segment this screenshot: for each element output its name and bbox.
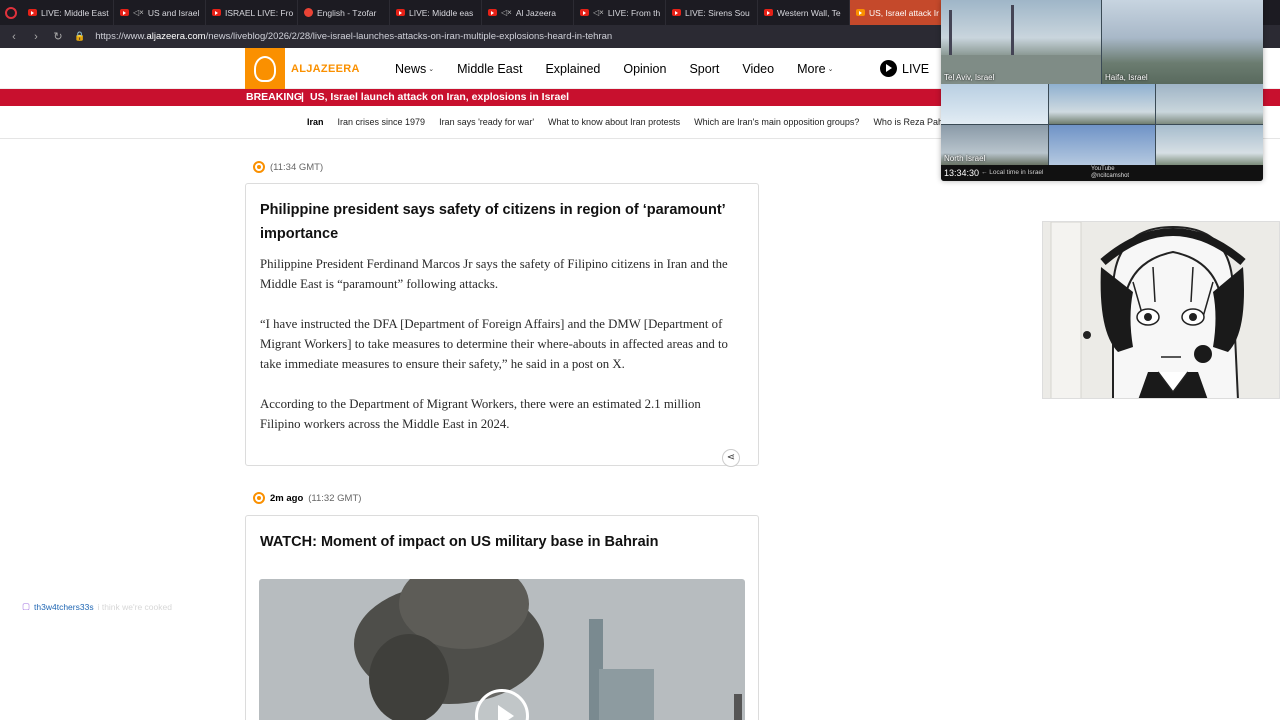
post-paragraph: “I have instructed the DFA [Department o… — [260, 317, 728, 371]
chat-text: i think we're cooked — [97, 601, 172, 612]
nav-middle-east[interactable]: Middle East — [457, 62, 522, 76]
browser-tab-active[interactable]: US, Israel attack Ir — [850, 0, 942, 25]
browser-tab[interactable]: LIVE: Middle eas — [390, 0, 482, 25]
lock-icon: 🔒 — [74, 31, 86, 41]
footer-handle: @ncitcamshot — [1091, 173, 1130, 179]
live-button[interactable]: LIVE — [880, 60, 929, 77]
browser-tab[interactable]: ◁× LIVE: From th — [574, 0, 666, 25]
nav-opinion[interactable]: Opinion — [623, 62, 666, 76]
back-icon[interactable]: ‹ — [8, 31, 20, 43]
mute-icon[interactable]: ◁× — [501, 8, 512, 17]
pole — [734, 694, 742, 720]
post-paragraph: According to the Department of Migrant W… — [260, 397, 701, 431]
browser-tab[interactable]: ◁× Al Jazeera — [482, 0, 574, 25]
reload-icon[interactable]: ↻ — [52, 30, 64, 43]
main-nav: News ⌄ Middle East Explained Opinion Spor… — [395, 48, 833, 89]
share-icon[interactable]: ⋖ — [722, 449, 740, 467]
liveblog-post: Philippine president says safety of citi… — [245, 183, 759, 467]
breaking-label: BREAKING — [246, 91, 303, 103]
topic-link[interactable]: Which are Iran's main opposition groups? — [694, 117, 859, 127]
opera-logo-icon[interactable] — [0, 0, 22, 25]
camera-feed — [1049, 125, 1155, 165]
youtube-icon — [764, 9, 773, 16]
camera-label: North Israel — [944, 154, 986, 163]
topic-link[interactable]: Iran says 'ready for war' — [439, 117, 534, 127]
browser-tab[interactable]: LIVE: Middle East — [22, 0, 114, 25]
camera-feed: Tel Aviv, Israel — [941, 0, 1101, 84]
chevron-down-icon: ⌄ — [428, 66, 435, 74]
youtube-icon — [212, 9, 221, 16]
chevron-down-icon: ⌄ — [827, 66, 834, 74]
nav-sport[interactable]: Sport — [689, 62, 719, 76]
post-body: Philippine President Ferdinand Marcos Jr… — [246, 254, 758, 434]
chat-icon: ▢ — [22, 601, 31, 611]
camera-feed — [1156, 125, 1263, 165]
youtube-icon — [488, 9, 497, 16]
post-title: Philippine president says safety of citi… — [260, 202, 725, 242]
camera-feed: North Israel — [941, 125, 1048, 165]
youtube-icon — [120, 9, 129, 16]
building — [599, 669, 654, 720]
nav-more[interactable]: More ⌄ — [797, 62, 833, 76]
browser-tab[interactable]: English - Tzofar — [298, 0, 390, 25]
aljazeera-icon — [856, 9, 865, 16]
topic-link[interactable]: Iran crises since 1979 — [338, 117, 426, 127]
post-paragraph: Philippine President Ferdinand Marcos Jr… — [260, 257, 728, 291]
mute-icon[interactable]: ◁× — [593, 8, 604, 17]
topic-link[interactable]: Who is Reza Pah — [873, 117, 943, 127]
vtuber-avatar — [1043, 222, 1279, 398]
browser-tab[interactable]: ◁× US and Israel — [114, 0, 206, 25]
topic-link[interactable]: Iran — [307, 117, 324, 127]
post-title: WATCH: Moment of impact on US military b… — [260, 534, 659, 550]
timeline-dot-icon — [253, 492, 265, 504]
camera-clock: 13:34:30 — [944, 168, 980, 178]
camera-label: Haifa, Israel — [1105, 73, 1148, 82]
url-field[interactable]: https://www.aljazeera.com/news/liveblog/… — [95, 31, 612, 42]
footer-source: YouTube — [1091, 166, 1115, 172]
youtube-icon — [28, 9, 37, 16]
timeline-dot-icon — [253, 161, 265, 173]
browser-tab[interactable]: Western Wall, Te — [758, 0, 850, 25]
breaking-divider: | — [301, 91, 304, 103]
camera-feed — [941, 84, 1048, 124]
chat-message: ▢ th3w4tchers33s i think we're cooked — [22, 601, 172, 612]
clock-caption: ← Local time in Israel — [981, 169, 1044, 176]
nav-news[interactable]: News ⌄ — [395, 62, 434, 76]
nav-explained[interactable]: Explained — [545, 62, 600, 76]
youtube-icon — [580, 9, 589, 16]
chat-username: th3w4tchers33s — [34, 601, 94, 612]
post-timestamp: 2m ago (11:32 GMT) — [253, 492, 361, 504]
camera-footer: 13:34:30 ← Local time in Israel YouTube … — [941, 165, 1263, 181]
smoke-plume — [369, 634, 449, 720]
streamer-webcam-overlay — [1042, 221, 1280, 399]
post-timestamp: (11:34 GMT) — [253, 161, 323, 173]
mute-icon[interactable]: ◁× — [133, 8, 144, 17]
browser-tab[interactable]: LIVE: Sirens Sou — [666, 0, 758, 25]
nav-video[interactable]: Video — [742, 62, 774, 76]
camera-feed: Haifa, Israel — [1102, 0, 1263, 84]
camera-feed — [1156, 84, 1263, 124]
camera-feed — [1049, 84, 1155, 124]
play-icon — [880, 60, 897, 77]
screen: LIVE: Middle East ◁× US and Israel ISRAEL… — [0, 0, 1280, 720]
site-logo-text[interactable]: ALJAZEERA — [291, 63, 360, 75]
google-icon — [304, 8, 313, 17]
youtube-icon — [672, 9, 681, 16]
youtube-icon — [396, 9, 405, 16]
camera-grid-overlay: Tel Aviv, Israel Haifa, Israel North Isr… — [941, 0, 1263, 181]
forward-icon[interactable]: › — [30, 31, 42, 43]
breaking-text: US, Israel launch attack on Iran, explos… — [310, 91, 570, 103]
topic-link[interactable]: What to know about Iran protests — [548, 117, 680, 127]
camera-label: Tel Aviv, Israel — [944, 73, 995, 82]
aljazeera-logo-icon[interactable] — [245, 48, 285, 89]
browser-tab[interactable]: ISRAEL LIVE: Fro — [206, 0, 298, 25]
